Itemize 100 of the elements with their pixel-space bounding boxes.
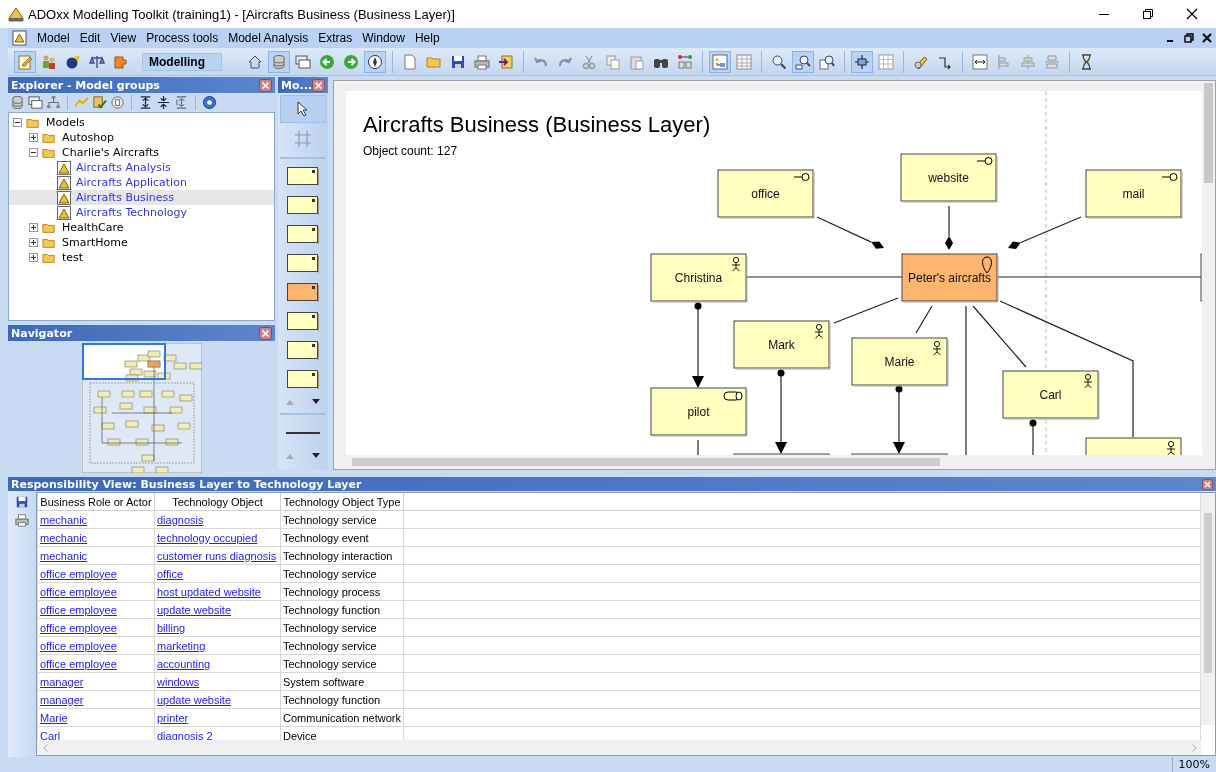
close-icon[interactable] xyxy=(1186,8,1198,20)
vertical-scrollbar[interactable] xyxy=(1202,81,1215,455)
database-icon[interactable] xyxy=(10,95,25,110)
tree-item[interactable]: Autoshop xyxy=(9,130,274,145)
tree-item[interactable]: Charlie's Aircrafts xyxy=(9,145,274,160)
document-icon[interactable] xyxy=(12,30,28,46)
bracket-icon[interactable] xyxy=(110,95,125,110)
menu-item[interactable]: Window xyxy=(357,31,410,45)
table-link[interactable]: Marie xyxy=(40,711,68,724)
close-icon[interactable] xyxy=(259,326,272,340)
expander-icon[interactable] xyxy=(29,253,38,262)
menu-item[interactable]: Edit xyxy=(74,31,106,45)
diagram-node[interactable] xyxy=(717,169,815,219)
copy-icon xyxy=(605,53,621,70)
windows-icon[interactable] xyxy=(28,95,43,110)
align-left-icon xyxy=(996,53,1012,70)
expand-all-icon[interactable] xyxy=(138,95,153,110)
table-cell: Communication network xyxy=(280,708,404,727)
menu-item[interactable]: Help xyxy=(409,31,445,45)
diagram-node[interactable] xyxy=(900,153,998,203)
clipboard-check-icon[interactable] xyxy=(92,95,107,110)
scroll-down-icon[interactable] xyxy=(312,399,320,405)
expander-icon[interactable] xyxy=(29,238,38,247)
print-icon xyxy=(474,53,490,70)
database-icon xyxy=(271,53,287,70)
table-link[interactable]: office xyxy=(157,567,184,580)
tree-item[interactable]: SmartHome xyxy=(9,235,274,250)
model-icon xyxy=(57,160,71,175)
restore-icon[interactable] xyxy=(1184,33,1194,43)
tree-item[interactable]: Aircrafts Analysis xyxy=(9,160,274,175)
close-icon[interactable] xyxy=(259,78,272,92)
mode-field[interactable]: Modelling xyxy=(142,52,222,71)
crosshair-button[interactable] xyxy=(851,50,873,73)
collapse-all-icon[interactable] xyxy=(156,95,171,110)
service-icon xyxy=(1161,173,1178,181)
table-cell: Technology process xyxy=(280,582,404,601)
help-icon[interactable] xyxy=(202,95,217,110)
tree-item[interactable]: Aircrafts Technology xyxy=(9,205,274,220)
tree-item[interactable]: Aircrafts Application xyxy=(9,175,274,190)
table-link[interactable]: printer xyxy=(157,711,189,724)
diagram-node[interactable] xyxy=(650,253,748,303)
column-header[interactable]: Technology Object Type xyxy=(280,493,404,511)
expander-icon[interactable] xyxy=(29,223,38,232)
diagram-node[interactable] xyxy=(1200,253,1203,302)
scroll-down-icon[interactable] xyxy=(312,453,320,459)
zoom-actual-size-button[interactable] xyxy=(792,50,814,73)
close-icon[interactable] xyxy=(1202,33,1212,43)
cut-icon xyxy=(581,53,597,70)
diagram-node[interactable] xyxy=(650,387,748,437)
back-icon xyxy=(319,53,335,70)
zoom-level: 100% xyxy=(1171,757,1216,772)
diagram-view-button[interactable] xyxy=(709,50,731,73)
expand-level-icon[interactable] xyxy=(174,95,189,110)
tree-label: Autoshop xyxy=(61,131,115,144)
tree-item[interactable]: Aircrafts Business xyxy=(9,190,274,205)
vertical-scrollbar[interactable] xyxy=(1200,493,1215,725)
save-icon[interactable] xyxy=(15,495,29,509)
diagram-node[interactable] xyxy=(733,320,831,370)
column-header[interactable]: Technology Object xyxy=(154,493,281,511)
expander-icon[interactable] xyxy=(29,148,38,157)
compass-button[interactable] xyxy=(364,50,386,73)
table-cell: Technology function xyxy=(280,690,404,709)
menu-item[interactable]: Process tools xyxy=(141,31,224,45)
diagram-node[interactable] xyxy=(851,337,949,387)
table-link[interactable]: Carl xyxy=(40,729,61,742)
diagram-node[interactable] xyxy=(1002,370,1100,420)
menu-item[interactable]: Extras xyxy=(313,31,358,45)
table-cell: Technology service xyxy=(280,618,404,637)
table-link[interactable]: billing xyxy=(157,621,186,634)
navigator-drawing[interactable] xyxy=(81,343,202,473)
node-label: Christina xyxy=(674,270,723,285)
panel-title: Responsibility View: Business Layer to Technology Layer xyxy=(11,477,362,491)
diagram-node[interactable] xyxy=(901,253,999,303)
align-horizontal-icon xyxy=(972,53,988,70)
edit-document-button[interactable] xyxy=(14,50,36,73)
association-line xyxy=(915,305,933,334)
menu-item[interactable]: View xyxy=(105,31,142,45)
tree-item[interactable]: HealthCare xyxy=(9,220,274,235)
menu-item[interactable]: Model xyxy=(32,31,75,45)
tree-label: Aircrafts Application xyxy=(75,176,188,189)
tree-icon[interactable] xyxy=(46,95,61,110)
tree-item[interactable]: test xyxy=(9,250,274,265)
menu-item[interactable]: Model Analysis xyxy=(223,31,314,45)
pointer-tool[interactable] xyxy=(280,95,326,123)
pin-icon xyxy=(982,256,992,274)
diagram-node[interactable] xyxy=(1085,437,1182,457)
diagram-node[interactable] xyxy=(1085,169,1183,219)
node-label: Mark xyxy=(768,337,795,352)
compass-icon xyxy=(367,53,383,70)
column-header[interactable]: Business Role or Actor xyxy=(37,493,155,511)
close-icon[interactable] xyxy=(312,78,325,92)
print-icon[interactable] xyxy=(15,513,29,527)
tree-item[interactable]: Models xyxy=(9,115,274,130)
role-icon xyxy=(723,391,743,401)
expander-icon[interactable] xyxy=(13,118,22,127)
expander-icon[interactable] xyxy=(29,133,38,142)
restore-icon[interactable] xyxy=(1142,8,1154,20)
database-button[interactable] xyxy=(268,50,290,73)
association-line xyxy=(833,297,899,324)
panel-title: Navigator xyxy=(11,326,73,340)
